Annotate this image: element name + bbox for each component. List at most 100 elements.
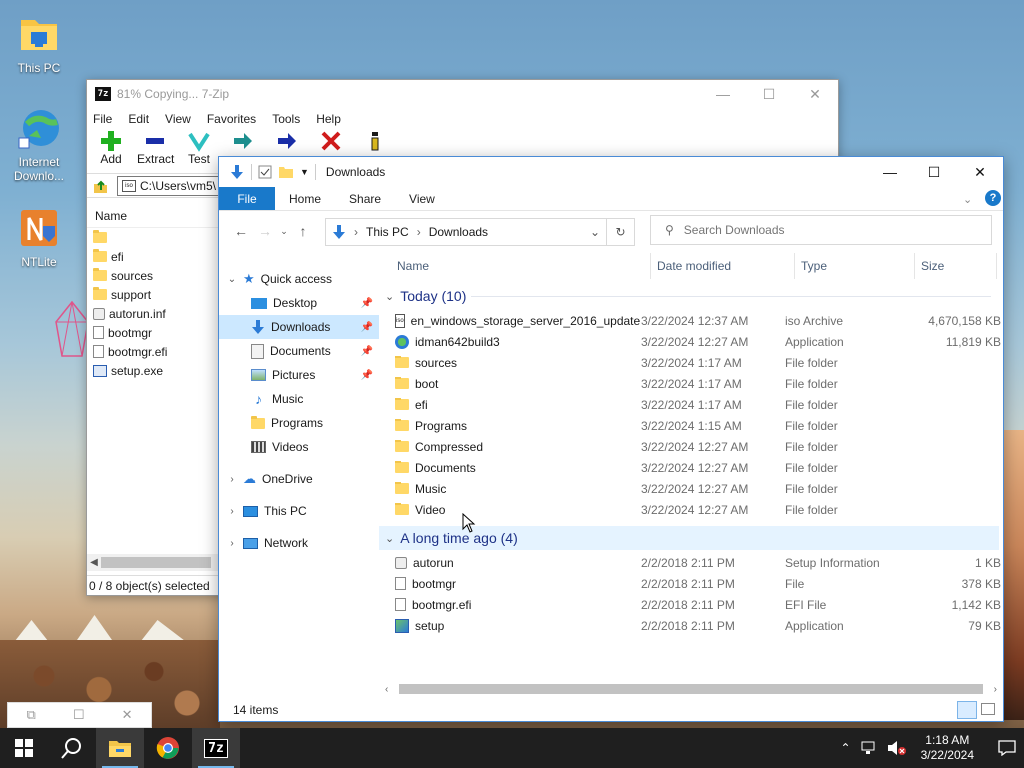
close-button[interactable]: ✕ <box>957 161 1003 183</box>
group-collapse-chevron-icon[interactable]: ⌄ <box>385 290 394 303</box>
column-header-size[interactable]: Size <box>915 253 997 279</box>
table-row[interactable]: bootmgr.efi 2/2/2018 2:11 PM EFI File 1,… <box>395 594 1001 615</box>
table-row[interactable]: iso en_windows_storage_server_2016_update… <box>395 310 1001 331</box>
expand-ribbon-chevron-icon[interactable]: ⌄ <box>963 193 972 206</box>
close-button[interactable]: ✕ <box>122 707 133 723</box>
minimize-button[interactable]: — <box>867 161 913 183</box>
new-folder-icon[interactable] <box>278 165 294 179</box>
table-row[interactable]: idman642build3 3/22/2024 12:27 AM Applic… <box>395 331 1001 352</box>
back-arrow-icon[interactable]: ← <box>229 223 253 239</box>
download-arrow-icon[interactable] <box>229 164 245 180</box>
up-arrow-icon[interactable]: ↑ <box>291 223 315 239</box>
explorer-horizontal-scrollbar[interactable]: ‹ › <box>381 681 1001 697</box>
collapsed-chevron-icon[interactable]: › <box>227 506 237 517</box>
nav-onedrive[interactable]: › ☁ OneDrive <box>219 467 379 491</box>
menu-edit[interactable]: Edit <box>128 112 149 126</box>
table-row[interactable]: sources 3/22/2024 1:17 AM File folder <box>395 352 1001 373</box>
sevenzip-horizontal-scrollbar[interactable]: ◀ <box>87 554 219 571</box>
group-collapse-chevron-icon[interactable]: ⌄ <box>385 532 394 545</box>
list-item[interactable]: autorun.inf <box>87 304 219 323</box>
taskbar-file-explorer[interactable] <box>96 728 144 768</box>
details-view-icon[interactable] <box>957 701 977 719</box>
sevenzip-path-input[interactable]: iso C:\Users\vm5\ <box>117 175 227 196</box>
list-item[interactable]: efi <box>87 247 219 266</box>
move-button[interactable] <box>269 130 305 152</box>
list-item[interactable]: bootmgr.efi <box>87 342 219 361</box>
nav-item-videos[interactable]: Videos <box>219 435 379 459</box>
table-row[interactable]: bootmgr 2/2/2018 2:11 PM File 378 KB <box>395 573 1001 594</box>
tab-file[interactable]: File <box>219 187 275 210</box>
column-header-name[interactable]: Name <box>87 204 219 228</box>
customize-toolbar-chevron-icon[interactable]: ▼ <box>300 167 309 177</box>
search-button[interactable] <box>48 728 96 768</box>
menu-view[interactable]: View <box>165 112 191 126</box>
help-icon[interactable]: ? <box>985 190 1001 206</box>
column-header-date[interactable]: Date modified <box>651 253 795 279</box>
table-row[interactable]: boot 3/22/2024 1:17 AM File folder <box>395 373 1001 394</box>
maximize-button[interactable]: ☐ <box>73 707 85 723</box>
search-input[interactable] <box>683 223 964 237</box>
close-button[interactable]: ✕ <box>807 86 823 102</box>
collapsed-chevron-icon[interactable]: › <box>227 538 237 549</box>
table-row[interactable]: autorun 2/2/2018 2:11 PM Setup Informati… <box>395 552 1001 573</box>
show-hidden-icons-chevron-icon[interactable]: ⌃ <box>841 741 851 755</box>
address-bar[interactable]: › This PC › Downloads ⌄ <box>325 218 607 246</box>
menu-file[interactable]: File <box>93 112 112 126</box>
list-item[interactable]: bootmgr <box>87 323 219 342</box>
extract-button[interactable]: Extract <box>137 130 174 166</box>
add-button[interactable]: Add <box>93 130 129 166</box>
group-header-long-time-ago[interactable]: ⌄ A long time ago (4) <box>385 527 518 549</box>
search-box[interactable]: ⚲ <box>650 215 992 245</box>
nav-item-documents[interactable]: Documents 📌 <box>219 339 379 363</box>
scroll-left-icon[interactable]: ‹ <box>385 684 388 695</box>
tab-view[interactable]: View <box>395 187 449 210</box>
menu-tools[interactable]: Tools <box>272 112 300 126</box>
copy-button[interactable] <box>225 130 261 152</box>
table-row[interactable]: setup 2/2/2018 2:11 PM Application 79 KB <box>395 615 1001 636</box>
nav-item-pictures[interactable]: Pictures 📌 <box>219 363 379 387</box>
properties-icon[interactable] <box>258 165 272 179</box>
table-row[interactable]: Documents 3/22/2024 12:27 AM File folder <box>395 457 1001 478</box>
desktop-icon-this-pc[interactable]: This PC <box>4 12 74 75</box>
tab-home[interactable]: Home <box>275 187 335 210</box>
scroll-thumb[interactable] <box>399 684 983 694</box>
desktop-icon-internet-download-manager[interactable]: Internet Downlo... <box>4 106 74 183</box>
notifications-icon[interactable] <box>998 740 1016 756</box>
minimize-button[interactable]: — <box>715 86 731 102</box>
network-status-icon[interactable] <box>861 741 877 755</box>
list-item[interactable]: setup.exe <box>87 361 219 380</box>
table-row[interactable]: Video 3/22/2024 12:27 AM File folder <box>395 499 1001 520</box>
start-button[interactable] <box>0 728 48 768</box>
up-folder-icon[interactable] <box>93 178 109 194</box>
test-button[interactable]: Test <box>181 130 217 166</box>
forward-arrow-icon[interactable]: → <box>253 223 277 239</box>
breadcrumb-this-pc[interactable]: This PC <box>366 225 409 239</box>
desktop-icon-ntlite[interactable]: NTLite <box>4 206 74 269</box>
refresh-button[interactable]: ↻ <box>607 218 635 246</box>
taskbar-chrome[interactable] <box>144 728 192 768</box>
table-row[interactable]: efi 3/22/2024 1:17 AM File folder <box>395 394 1001 415</box>
collapsed-chevron-icon[interactable]: › <box>227 474 237 485</box>
list-item[interactable]: support <box>87 285 219 304</box>
nav-this-pc[interactable]: › This PC <box>219 499 379 523</box>
nav-item-music[interactable]: ♪ Music <box>219 387 379 411</box>
large-icons-view-icon[interactable] <box>981 703 995 715</box>
tab-share[interactable]: Share <box>335 187 395 210</box>
column-header-type[interactable]: Type <box>795 253 915 279</box>
taskbar-7zip[interactable]: 7z <box>192 728 240 768</box>
volume-muted-icon[interactable] <box>887 740 907 756</box>
breadcrumb-downloads[interactable]: Downloads <box>429 225 488 239</box>
nav-quick-access[interactable]: ⌄ ★ Quick access <box>219 267 379 291</box>
maximize-button[interactable]: ☐ <box>911 161 957 183</box>
menu-help[interactable]: Help <box>316 112 341 126</box>
table-row[interactable]: Compressed 3/22/2024 12:27 AM File folde… <box>395 436 1001 457</box>
address-dropdown-chevron-icon[interactable]: ⌄ <box>590 225 600 239</box>
recent-locations-chevron-icon[interactable]: ⌄ <box>277 226 291 237</box>
table-row[interactable]: Music 3/22/2024 12:27 AM File folder <box>395 478 1001 499</box>
menu-favorites[interactable]: Favorites <box>207 112 256 126</box>
restore-button[interactable]: ⧉ <box>27 707 36 723</box>
nav-item-programs[interactable]: Programs <box>219 411 379 435</box>
nav-item-downloads[interactable]: Downloads 📌 <box>219 315 379 339</box>
list-item[interactable]: sources <box>87 266 219 285</box>
group-header-today[interactable]: ⌄ Today (10) <box>385 285 466 307</box>
